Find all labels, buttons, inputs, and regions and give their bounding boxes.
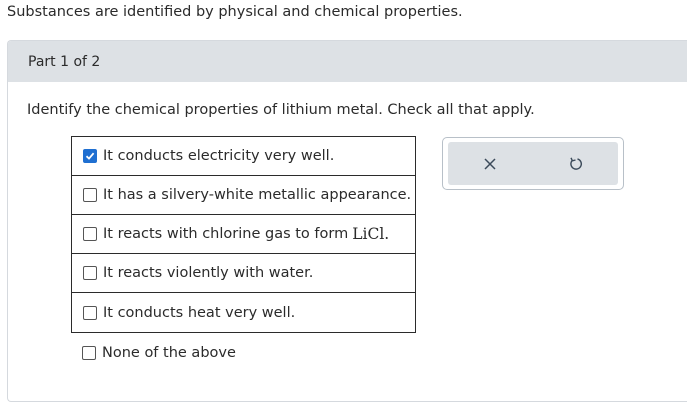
part-label: Part 1 of 2 [28,54,101,70]
x-icon [484,158,496,170]
checkmark-icon [85,152,95,160]
part-header: Part 1 of 2 [8,41,687,82]
checkbox[interactable] [83,305,97,320]
checkbox[interactable] [82,346,96,360]
intro-text: Substances are identified by physical an… [7,4,463,20]
toolbar-panel [448,142,618,185]
chemical-formula: LiCl. [352,225,390,243]
clear-button[interactable] [479,153,501,175]
question-card: Part 1 of 2 Identify the chemical proper… [7,40,687,402]
checkbox[interactable] [83,266,97,280]
option-label: It reacts violently with water. [103,265,314,281]
option-label: None of the above [102,345,236,361]
option-conducts-heat[interactable]: It conducts heat very well. [71,293,416,333]
option-reacts-chlorine[interactable]: It reacts with chlorine gas to form LiCl… [71,215,416,254]
answer-toolbar [442,137,624,190]
undo-button[interactable] [565,153,587,175]
option-reacts-water[interactable]: It reacts violently with water. [71,254,416,293]
option-label: It has a silvery-white metallic appearan… [103,187,412,203]
checkbox[interactable] [83,188,97,202]
undo-icon [570,157,583,170]
option-silvery-white[interactable]: It has a silvery-white metallic appearan… [71,176,416,215]
option-label: It conducts heat very well. [103,304,296,321]
checkbox-checked[interactable] [83,149,97,163]
question-text: Identify the chemical properties of lith… [27,102,535,118]
option-label: It reacts with chlorine gas to form [103,226,349,242]
option-conducts-electricity[interactable]: It conducts electricity very well. [71,136,416,176]
options-list: It conducts electricity very well. It ha… [71,136,416,373]
option-none-of-above[interactable]: None of the above [71,333,416,373]
option-label: It conducts electricity very well. [103,148,335,164]
checkbox[interactable] [83,227,97,241]
